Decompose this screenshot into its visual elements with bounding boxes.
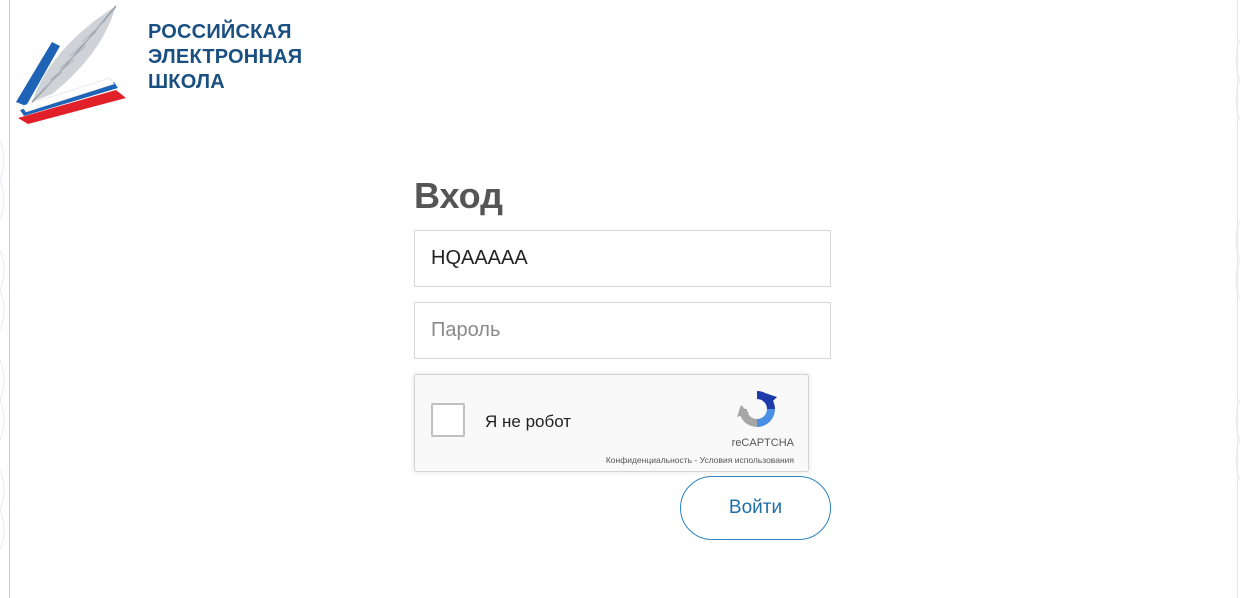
recaptcha-widget: Я не робот reCAPTCHA Конфиденциальность … — [414, 374, 809, 472]
brand-line-3: ШКОЛА — [148, 71, 225, 93]
recaptcha-brand: reCAPTCHA — [731, 437, 794, 449]
brand-name[interactable]: РОССИЙСКАЯ ЭЛЕКТРОННАЯ ШКОЛА — [148, 20, 302, 95]
login-page: РОССИЙСКАЯ ЭЛЕКТРОННАЯ ШКОЛА Вход Я не р… — [0, 0, 1240, 598]
recaptcha-terms-link[interactable]: Условия использования — [700, 455, 794, 465]
right-border — [1237, 0, 1238, 598]
recaptcha-links: Конфиденциальность - Условия использован… — [606, 455, 794, 465]
login-button[interactable]: Войти — [680, 476, 831, 540]
brand-line-2: ЭЛЕКТРОННАЯ — [148, 46, 303, 68]
recaptcha-label: Я не робот — [485, 412, 572, 431]
recaptcha-links-separator: - — [692, 455, 700, 465]
recaptcha-logo-icon — [737, 391, 777, 427]
left-border — [9, 0, 10, 598]
logo-feather-icon[interactable] — [12, 2, 130, 126]
recaptcha-checkbox[interactable] — [431, 403, 465, 437]
login-title: Вход — [414, 175, 504, 216]
login-input[interactable] — [414, 230, 831, 287]
password-input[interactable] — [414, 302, 831, 359]
background-pattern-right — [1235, 39, 1240, 481]
brand-line-1: РОССИЙСКАЯ — [148, 21, 292, 43]
recaptcha-privacy-link[interactable]: Конфиденциальность — [606, 455, 692, 465]
